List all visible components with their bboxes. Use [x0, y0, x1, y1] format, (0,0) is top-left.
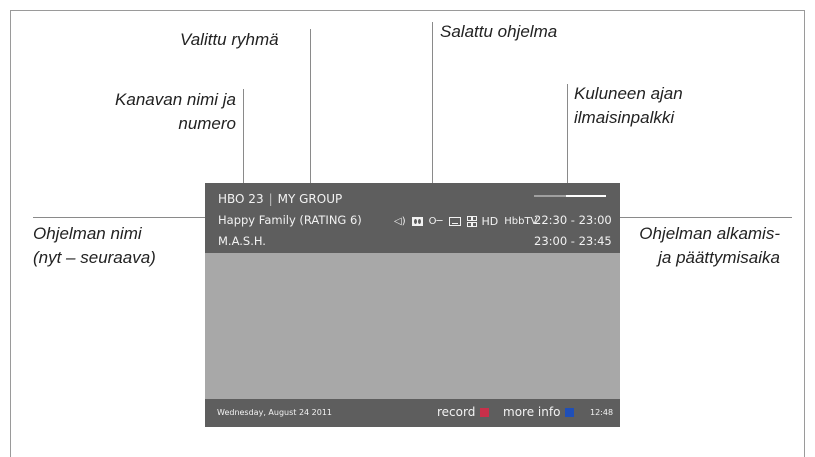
teletext-icon [466, 216, 477, 227]
leader-selected-group [310, 29, 311, 183]
next-program-time: 23:00 - 23:45 [534, 234, 612, 248]
audio-icon: ◁) [394, 216, 406, 227]
subtitle-icon [448, 217, 461, 226]
callout-program-times-line2: ja päättymisaika [658, 248, 780, 267]
callout-program-name-line2: (nyt – seuraava) [33, 248, 156, 267]
footer-date: Wednesday, August 24 2011 [217, 408, 333, 417]
leader-program-times [620, 217, 792, 218]
callout-selected-group-text: Valittu ryhmä [180, 30, 279, 49]
program-icons: ◁) O─ HD HbbTV [394, 215, 537, 228]
channel-header: HBO 23 | MY GROUP [218, 192, 342, 206]
leader-channel-name [243, 89, 244, 183]
callout-program-times: Ohjelman alkamis- ja päättymisaika [630, 222, 780, 270]
frame-top-line [10, 10, 805, 11]
frame-right-line [804, 10, 805, 457]
blue-button-icon [565, 408, 575, 417]
now-program-title: Happy Family (RATING 6) [218, 213, 362, 227]
callout-channel-name: Kanavan nimi ja numero [96, 88, 236, 136]
more-info-button[interactable]: more info [503, 405, 575, 419]
channel-name: HBO 23 [218, 192, 264, 206]
key-icon: O─ [428, 216, 443, 227]
tv-screen: HBO 23 | MY GROUP Happy Family (RATING 6) … [205, 183, 620, 427]
callout-elapsed-bar: Kuluneen ajan ilmaisinpalkki [574, 82, 683, 130]
footer-clock: 12:48 [590, 408, 614, 417]
dolby-icon [411, 217, 423, 226]
hbbtv-badge: HbbTV [504, 216, 538, 227]
callout-channel-name-line1: Kanavan nimi ja [115, 90, 236, 109]
footer-bar: Wednesday, August 24 2011 record more in… [205, 399, 620, 427]
hd-badge: HD [481, 215, 499, 228]
record-label: record [437, 405, 476, 419]
callout-channel-name-line2: numero [178, 114, 236, 133]
header-separator: | [268, 192, 273, 206]
info-banner: HBO 23 | MY GROUP Happy Family (RATING 6) … [205, 183, 620, 253]
group-name: MY GROUP [277, 192, 343, 206]
elapsed-progress-bar [534, 195, 606, 197]
callout-elapsed-bar-line1: Kuluneen ajan [574, 84, 683, 103]
leader-program-name [33, 217, 205, 218]
more-info-label: more info [503, 405, 561, 419]
leader-elapsed-bar [567, 84, 568, 196]
callout-program-name-line1: Ohjelman nimi [33, 224, 142, 243]
callout-program-name: Ohjelman nimi (nyt – seuraava) [33, 222, 156, 270]
callout-elapsed-bar-line2: ilmaisinpalkki [574, 108, 675, 127]
callout-encrypted-program-text: Salattu ohjelma [440, 22, 558, 41]
now-program-time: 22:30 - 23:00 [534, 213, 612, 227]
callout-encrypted-program: Salattu ohjelma [440, 20, 557, 44]
callout-selected-group: Valittu ryhmä [180, 28, 279, 52]
frame-left-line [10, 10, 11, 457]
callout-program-times-line1: Ohjelman alkamis- [639, 224, 780, 243]
next-program-title: M.A.S.H. [218, 234, 266, 248]
red-button-icon [480, 408, 490, 417]
record-button[interactable]: record [437, 405, 490, 419]
elapsed-progress-fill [566, 195, 606, 197]
